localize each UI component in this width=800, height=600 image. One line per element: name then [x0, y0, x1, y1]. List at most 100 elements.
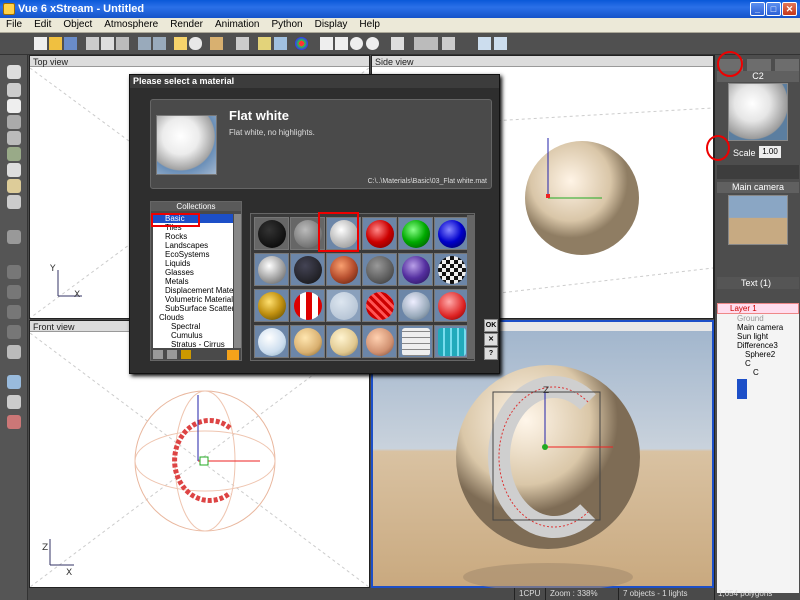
material-preview[interactable] — [728, 83, 788, 141]
menu-atmosphere[interactable]: Atmosphere — [98, 18, 164, 30]
new-collection-icon[interactable] — [153, 350, 163, 359]
material-cell[interactable] — [398, 325, 433, 358]
save-icon[interactable] — [64, 37, 77, 50]
collection-item[interactable]: EcoSystems — [153, 250, 233, 259]
plant-icon[interactable] — [7, 147, 21, 161]
material-cell[interactable] — [434, 289, 469, 322]
cancel-button[interactable]: ✕ — [484, 333, 498, 346]
material-cell[interactable] — [290, 289, 325, 322]
collection-item[interactable]: Glasses — [153, 268, 233, 277]
camera-preview[interactable] — [728, 195, 788, 245]
material-cell[interactable] — [326, 253, 361, 286]
color-icon[interactable] — [295, 37, 308, 50]
material-cell[interactable] — [290, 325, 325, 358]
metablob-icon[interactable] — [7, 285, 21, 299]
layer-item[interactable]: Sun light — [717, 332, 799, 341]
collection-item[interactable]: Stratus - Cirrus — [153, 340, 233, 348]
layer-item[interactable]: Main camera — [717, 323, 799, 332]
material-cell[interactable] — [434, 217, 469, 250]
options-icon[interactable] — [227, 350, 239, 360]
material-cell[interactable] — [290, 253, 325, 286]
collection-item[interactable]: Metals — [153, 277, 233, 286]
viewport-icon[interactable] — [494, 37, 507, 50]
menu-display[interactable]: Display — [309, 18, 354, 30]
zoom-out-icon[interactable] — [366, 37, 379, 50]
ecosystem-icon[interactable] — [7, 325, 21, 339]
paint-icon[interactable] — [258, 37, 271, 50]
collection-item[interactable]: Volumetric Materials — [153, 295, 233, 304]
help-button[interactable]: ? — [484, 347, 498, 360]
clouds-icon[interactable] — [189, 37, 202, 50]
scale-input[interactable]: 1.00 — [759, 146, 781, 158]
copy-icon[interactable] — [101, 37, 114, 50]
select-icon[interactable] — [7, 65, 21, 79]
material-cell[interactable] — [362, 217, 397, 250]
layer-tree[interactable]: Layer 1 Ground Main camera Sun light Dif… — [717, 303, 799, 593]
rock-icon[interactable] — [7, 131, 21, 145]
layout-icon[interactable] — [478, 37, 491, 50]
undo-icon[interactable] — [138, 37, 151, 50]
layer-item[interactable]: C — [717, 359, 799, 368]
grid-scrollbar[interactable] — [467, 215, 474, 359]
group-icon[interactable] — [7, 230, 21, 244]
text-icon[interactable] — [7, 99, 21, 113]
collection-item[interactable]: Rocks — [153, 232, 233, 241]
globe-icon[interactable] — [7, 83, 21, 97]
material-cell[interactable] — [326, 289, 361, 322]
material-cell[interactable] — [254, 217, 289, 250]
selected-object-icon[interactable] — [737, 379, 747, 399]
hyperblob-icon[interactable] — [7, 305, 21, 319]
material-cell[interactable] — [254, 325, 289, 358]
close-button[interactable]: ✕ — [782, 2, 797, 16]
menu-python[interactable]: Python — [265, 18, 308, 30]
open-file-icon[interactable] — [49, 37, 62, 50]
collection-item[interactable]: SubSurface Scattering — [153, 304, 233, 313]
material-cell[interactable] — [326, 325, 361, 358]
zoom-region-icon[interactable] — [335, 37, 348, 50]
zoom-fit-icon[interactable] — [320, 37, 333, 50]
paste-icon[interactable] — [116, 37, 129, 50]
layer-item[interactable]: Sphere2 — [717, 350, 799, 359]
menu-animation[interactable]: Animation — [209, 18, 265, 30]
material-cell[interactable] — [434, 253, 469, 286]
redo-icon[interactable] — [153, 37, 166, 50]
collection-item[interactable]: Liquids — [153, 259, 233, 268]
layer-item[interactable]: Layer 1 — [717, 303, 799, 314]
render-area-icon[interactable] — [414, 37, 438, 50]
collection-item[interactable]: Displacement Materials — [153, 286, 233, 295]
stop-icon[interactable] — [7, 415, 21, 429]
render-icon[interactable] — [442, 37, 455, 50]
menu-file[interactable]: File — [0, 18, 28, 30]
collection-item[interactable]: Cumulus — [153, 331, 233, 340]
cut-icon[interactable] — [86, 37, 99, 50]
material-cell[interactable] — [434, 325, 469, 358]
material-cell[interactable] — [362, 253, 397, 286]
frame-icon[interactable] — [391, 37, 404, 50]
collection-item[interactable]: Spectral — [153, 322, 233, 331]
collection-item[interactable]: Landscapes — [153, 241, 233, 250]
material-cell[interactable] — [254, 289, 289, 322]
material-cell[interactable] — [362, 289, 397, 322]
collections-list[interactable]: Basic Tiles Rocks Landscapes EcoSystems … — [153, 214, 233, 348]
cloud-icon[interactable] — [7, 163, 21, 177]
collection-item[interactable]: Clouds — [153, 313, 233, 322]
delete-collection-icon[interactable] — [167, 350, 177, 359]
sun-tool-icon[interactable] — [7, 345, 21, 359]
collections-scrollbar[interactable] — [234, 214, 241, 348]
terrain-icon[interactable] — [7, 115, 21, 129]
camera-controls[interactable] — [717, 245, 799, 275]
settings-icon[interactable] — [7, 395, 21, 409]
material-cell[interactable] — [362, 325, 397, 358]
menu-edit[interactable]: Edit — [28, 18, 57, 30]
material-cell[interactable] — [398, 217, 433, 250]
menu-render[interactable]: Render — [164, 18, 209, 30]
minimize-button[interactable]: _ — [750, 2, 765, 16]
menu-object[interactable]: Object — [57, 18, 98, 30]
edit-icon[interactable] — [274, 37, 287, 50]
new-file-icon[interactable] — [34, 37, 47, 50]
maximize-button[interactable]: □ — [766, 2, 781, 16]
menu-help[interactable]: Help — [353, 18, 386, 30]
material-cell[interactable] — [398, 289, 433, 322]
folder-icon[interactable] — [181, 350, 191, 359]
sun-icon[interactable] — [174, 37, 187, 50]
